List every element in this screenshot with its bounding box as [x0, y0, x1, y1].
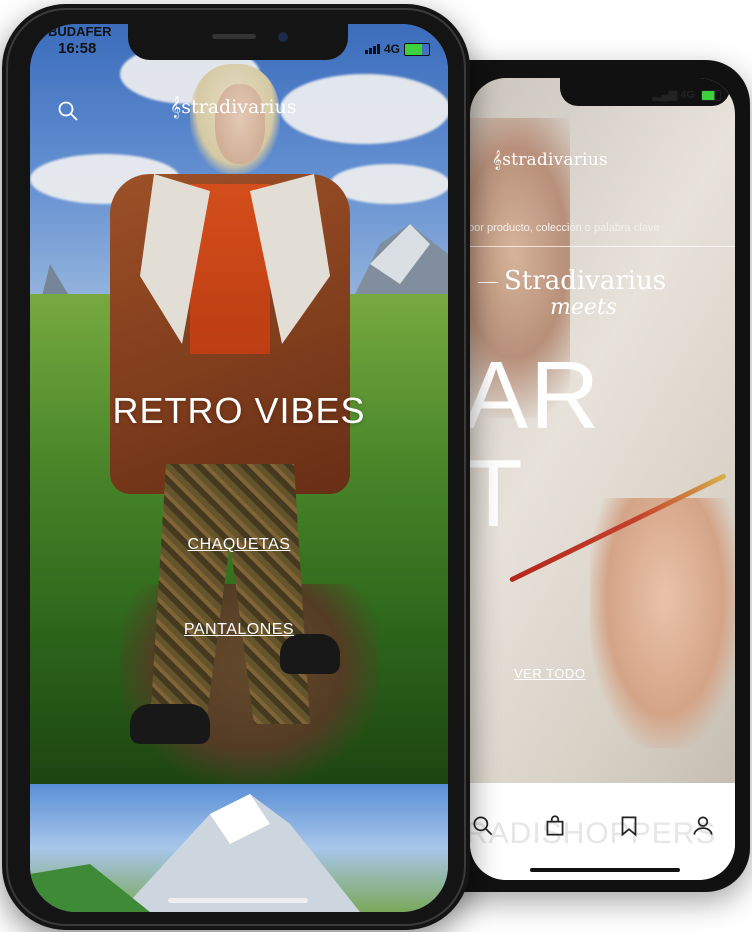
battery-icon	[701, 89, 721, 101]
front-phone: BUDAFER 16:58 4G 𝄞stradivarius RETRO VIB…	[2, 4, 470, 930]
search-underline	[470, 246, 735, 247]
front-phone-screen: BUDAFER 16:58 4G 𝄞stradivarius RETRO VIB…	[30, 24, 448, 912]
search-icon[interactable]	[470, 813, 496, 839]
network-label: 4G	[383, 42, 400, 56]
view-all-link[interactable]: VER TODO	[514, 666, 585, 681]
treble-clef-icon: 𝄞	[170, 96, 182, 118]
status-carrier: BUDAFER	[48, 24, 112, 39]
dash-divider	[478, 281, 498, 283]
category-link-pants[interactable]: PANTALONES	[30, 621, 448, 639]
hero-word-bottom: T	[470, 440, 523, 547]
home-indicator[interactable]	[530, 868, 680, 872]
camera-icon	[278, 32, 288, 42]
front-phone-notch	[128, 24, 348, 60]
bookmark-icon[interactable]	[616, 813, 642, 839]
next-banner-image[interactable]	[30, 784, 448, 912]
brand-logo[interactable]: 𝄞stradivarius	[492, 150, 608, 170]
hero-title: RETRO VIBES	[112, 390, 366, 431]
back-status-bar: ▂▄▆ 4G	[652, 88, 721, 101]
speaker-grille	[212, 34, 256, 39]
home-indicator[interactable]	[168, 898, 308, 903]
back-phone-screen: ▂▄▆ 4G 𝄞stradivarius por producto, colec…	[470, 78, 735, 880]
hero-word-top: AR	[470, 342, 602, 449]
network-label: 4G	[680, 89, 695, 101]
bottom-tab-bar: RADISHOPPERS	[470, 783, 735, 880]
search-input[interactable]: por producto, colección o palabra clave	[470, 222, 728, 234]
signal-icon	[364, 44, 380, 54]
brand-logo[interactable]: 𝄞stradivarius	[170, 96, 296, 118]
watermark-text: RADISHOPPERS	[470, 817, 717, 850]
shopping-bag-icon[interactable]	[542, 813, 568, 839]
category-link-jackets[interactable]: CHAQUETAS	[30, 536, 448, 554]
mountain-image	[30, 794, 360, 912]
campaign-subtitle: meets	[550, 295, 618, 320]
signal-icon: ▂▄▆	[652, 89, 681, 101]
status-time: 16:58	[58, 40, 97, 57]
treble-clef-icon: 𝄞	[492, 150, 503, 170]
search-icon[interactable]	[56, 99, 80, 123]
user-account-icon[interactable]	[690, 813, 716, 839]
status-indicators: 4G	[364, 42, 430, 56]
campaign-title: Stradivarius	[478, 268, 666, 294]
painting-hand-image	[590, 498, 735, 748]
battery-icon	[404, 42, 430, 56]
